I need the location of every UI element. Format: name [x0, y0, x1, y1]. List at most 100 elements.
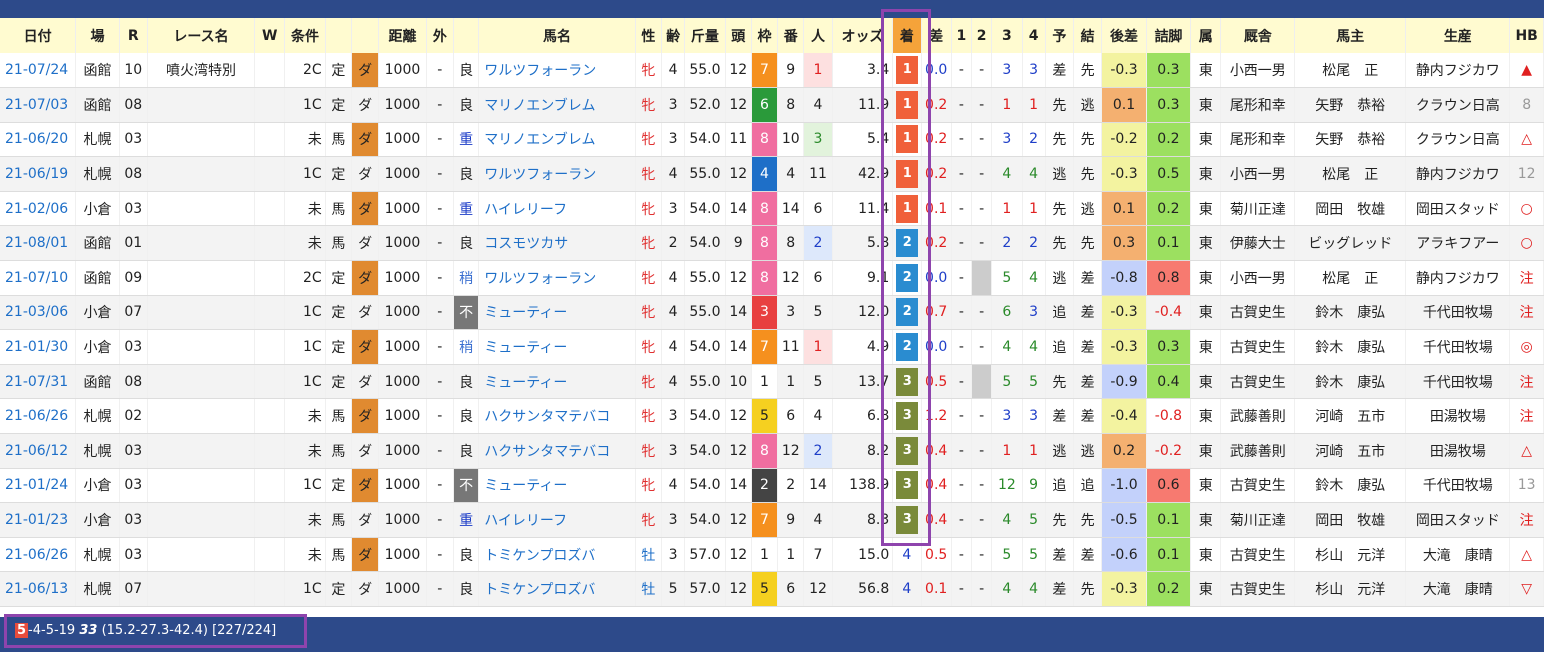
row-date[interactable]: 21-03/06 [0, 295, 77, 331]
row-horse-name[interactable]: ミューティー [478, 468, 636, 504]
col-header[interactable]: オッズ [832, 18, 894, 53]
row-affiliation: 東 [1190, 364, 1222, 400]
row-date[interactable]: 21-07/03 [0, 87, 77, 123]
col-header[interactable]: 条件 [284, 18, 326, 53]
row-trainer: 伊藤大士 [1220, 225, 1296, 262]
col-header[interactable]: 厩舎 [1220, 18, 1296, 53]
table-row[interactable]: 21-07/10 函館 09 2C 定ダ 1000- 稍ワルツフォーラン牝 4 55.0 12 8 1… [0, 260, 1544, 296]
col-header[interactable]: 1 [951, 18, 973, 53]
col-header[interactable]: W [254, 18, 286, 53]
row-horse-name[interactable]: ミューティー [478, 329, 636, 365]
row-race-name [147, 502, 256, 538]
row-horse-name[interactable]: トミケンプロズバ [478, 571, 636, 607]
col-header[interactable]: 日付 [0, 18, 77, 53]
col-header[interactable]: 予 [1045, 18, 1075, 53]
row-horse-name[interactable]: ミューティー [478, 364, 636, 400]
row-date[interactable]: 21-01/24 [0, 468, 77, 504]
row-date[interactable]: 21-08/01 [0, 225, 77, 262]
row-date[interactable]: 21-06/12 [0, 433, 77, 469]
row-date[interactable]: 21-06/20 [0, 122, 77, 158]
table-row[interactable]: 21-06/26 札幌 03 未馬ダ 1000- 良トミケンプロズバ牡 3 57.0 12 1 1 7… [0, 537, 1544, 573]
col-header[interactable] [453, 18, 480, 53]
table-row[interactable]: 21-01/24 小倉 03 1C 定ダ 1000- 不ミューティー牝 4 54.0 14 2 2 14… [0, 468, 1544, 504]
row-hb: 注 [1509, 398, 1544, 435]
row-condition: 重 [453, 191, 480, 227]
row-race-name [147, 87, 256, 123]
row-horse-name[interactable]: ハクサンタマテバコ [478, 433, 636, 469]
row-affiliation: 東 [1190, 502, 1222, 538]
col-header[interactable]: 差 [921, 18, 952, 53]
row-date[interactable]: 21-06/26 [0, 398, 77, 435]
table-row[interactable]: 21-06/12 札幌 03 未馬ダ 1000- 良ハクサンタマテバコ牝 3 54.0 12 8 1… [0, 433, 1544, 469]
table-row[interactable]: 21-03/06 小倉 07 1C 定ダ 1000- 不ミューティー牝 4 55.0 14 3 3 5 1… [0, 295, 1544, 331]
row-date[interactable]: 21-07/31 [0, 364, 77, 400]
table-row[interactable]: 21-01/30 小倉 03 1C 定ダ 1000- 稍ミューティー牝 4 54.0 14 7 11 1… [0, 329, 1544, 365]
row-race-number: 02 [119, 398, 148, 435]
col-header[interactable]: 外 [426, 18, 454, 53]
row-horse-name[interactable]: ワルツフォーラン [478, 156, 636, 192]
row-date[interactable]: 21-06/26 [0, 537, 77, 573]
col-header[interactable]: HB [1509, 18, 1544, 53]
row-condition: 稍 [453, 329, 480, 365]
col-header[interactable]: 性 [635, 18, 663, 53]
row-horse-name[interactable]: ハイレリーフ [478, 502, 636, 538]
col-header[interactable]: 結 [1073, 18, 1103, 53]
col-header[interactable]: 詰脚 [1146, 18, 1192, 53]
table-row[interactable]: 21-08/01 函館 01 未馬ダ 1000- 良コスモツカサ牝 2 54.0 9 8 8 2 5.8… [0, 225, 1544, 262]
col-header[interactable]: 着 [892, 18, 922, 53]
row-horse-name[interactable]: マリノエンブレム [478, 122, 636, 158]
row-race-number: 08 [119, 156, 148, 192]
row-surface: ダ [351, 87, 380, 123]
col-header[interactable]: 後差 [1101, 18, 1147, 53]
table-row[interactable]: 21-06/26 札幌 02 未馬ダ 1000- 良ハクサンタマテバコ牝 3 54.0 12 5 6… [0, 398, 1544, 435]
table-row[interactable]: 21-02/06 小倉 03 未馬ダ 1000- 重ハイレリーフ牝 3 54.0 14 8 14 6 1… [0, 191, 1544, 227]
col-header[interactable]: 番 [777, 18, 805, 53]
col-header[interactable]: 距離 [378, 18, 427, 53]
row-date[interactable]: 21-01/30 [0, 329, 77, 365]
row-venue: 函館 [75, 364, 120, 400]
table-row[interactable]: 21-06/19 札幌 08 1C 定ダ 1000- 良ワルツフォーラン牝 4 55.0 12 4 4… [0, 156, 1544, 192]
col-header[interactable]: 4 [1022, 18, 1046, 53]
row-horse-name[interactable]: ハクサンタマテバコ [478, 398, 636, 435]
col-header[interactable]: 3 [991, 18, 1023, 53]
row-horse-name[interactable]: ワルツフォーラン [478, 260, 636, 296]
col-header[interactable]: 馬名 [478, 18, 636, 53]
col-header[interactable]: 生産 [1405, 18, 1511, 53]
row-horse-name[interactable]: ハイレリーフ [478, 191, 636, 227]
row-number: 6 [777, 571, 805, 607]
row-predicted-style: 逃 [1045, 156, 1075, 192]
row-hb: ◎ [1509, 329, 1544, 365]
row-corner-1: - [951, 398, 973, 435]
table-row[interactable]: 21-06/13 札幌 07 1C 定ダ 1000- 良トミケンプロズバ牡 5 57.0 12 5 6… [0, 571, 1544, 607]
col-header[interactable]: 馬主 [1294, 18, 1407, 53]
col-header[interactable] [351, 18, 380, 53]
table-row[interactable]: 21-06/20 札幌 03 未馬ダ 1000- 重マリノエンブレム牝 3 54.0 11 8 10… [0, 122, 1544, 158]
table-row[interactable]: 21-01/23 小倉 03 未馬ダ 1000- 重ハイレリーフ牝 3 54.0 12 7 9 4 8.… [0, 502, 1544, 538]
row-corner-1: - [951, 468, 973, 504]
col-header[interactable] [325, 18, 352, 53]
col-header[interactable]: 齢 [661, 18, 686, 53]
row-horse-name[interactable]: コスモツカサ [478, 225, 636, 262]
col-header[interactable]: R [119, 18, 148, 53]
col-header[interactable]: 場 [75, 18, 120, 53]
row-horse-name[interactable]: トミケンプロズバ [478, 537, 636, 573]
row-date[interactable]: 21-06/13 [0, 571, 77, 607]
table-row[interactable]: 21-07/24 函館 10 噴火湾特別 2C 定ダ 1000- 良ワルツフォーラン牝 4 55.… [0, 53, 1544, 89]
row-date[interactable]: 21-06/19 [0, 156, 77, 192]
row-date[interactable]: 21-07/24 [0, 53, 77, 89]
row-date[interactable]: 21-07/10 [0, 260, 77, 296]
row-horse-name[interactable]: ミューティー [478, 295, 636, 331]
row-date[interactable]: 21-01/23 [0, 502, 77, 538]
row-horse-name[interactable]: マリノエンブレム [478, 87, 636, 123]
col-header[interactable]: 人 [803, 18, 833, 53]
col-header[interactable]: 頭 [725, 18, 752, 53]
col-header[interactable]: 2 [971, 18, 993, 53]
col-header[interactable]: レース名 [147, 18, 256, 53]
table-row[interactable]: 21-07/03 函館 08 1C 定ダ 1000- 良マリノエンブレム牝 3 52.0 12 6 8… [0, 87, 1544, 123]
col-header[interactable]: 枠 [751, 18, 779, 53]
col-header[interactable]: 斤量 [684, 18, 726, 53]
table-row[interactable]: 21-07/31 函館 08 1C 定ダ 1000- 良ミューティー牝 4 55.0 10 1 1 5 1… [0, 364, 1544, 400]
col-header[interactable]: 属 [1190, 18, 1222, 53]
row-date[interactable]: 21-02/06 [0, 191, 77, 227]
row-horse-name[interactable]: ワルツフォーラン [478, 53, 636, 89]
